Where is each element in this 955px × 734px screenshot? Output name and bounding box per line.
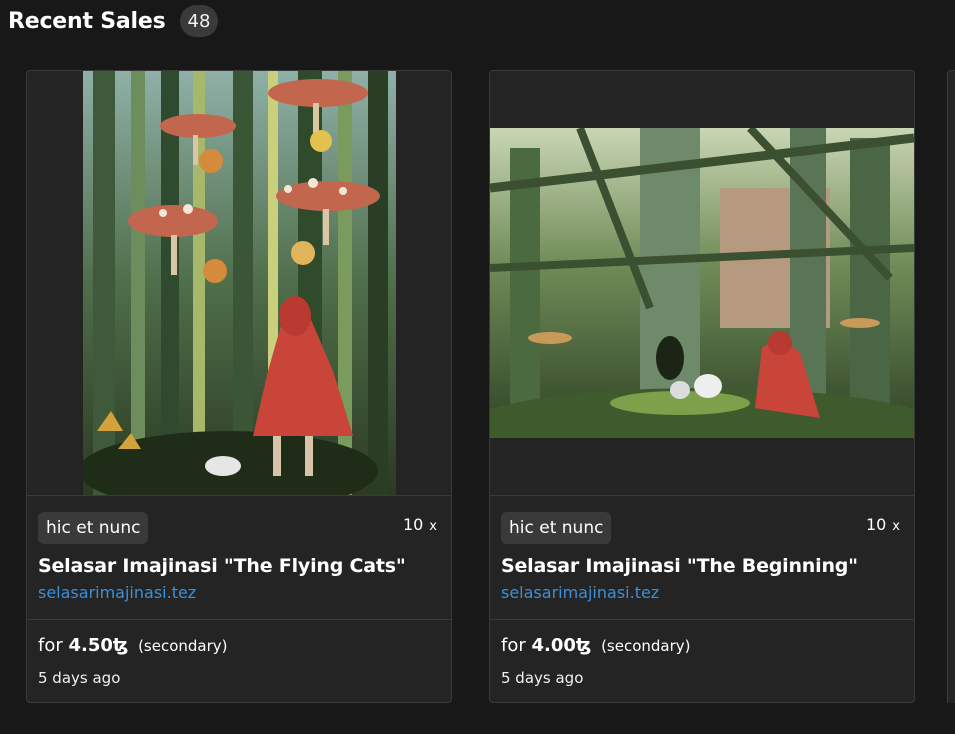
next-sale-card-partial[interactable] (947, 70, 955, 703)
artwork-image[interactable] (490, 128, 914, 438)
artist-link[interactable]: selasarimajinasi.tez (501, 583, 659, 602)
price-value: 4.00ꜩ (531, 635, 592, 656)
price-prefix: for (38, 635, 63, 656)
sale-time: 5 days ago (501, 669, 584, 687)
artist-link[interactable]: selasarimajinasi.tez (38, 583, 196, 602)
platform-tag[interactable]: hic et nunc (38, 512, 149, 544)
artwork-image[interactable] (83, 71, 396, 495)
forest-mushrooms-cats-icon (83, 71, 396, 495)
editions-number: 10 (865, 515, 887, 534)
artwork-media[interactable] (27, 71, 451, 495)
artwork-title[interactable]: Selasar Imajinasi "The Beginning" (501, 555, 858, 577)
editions-suffix: x (429, 519, 437, 534)
section-header: Recent Sales 48 (8, 4, 219, 38)
card-divider (27, 495, 451, 496)
editions-count: 10 x (403, 515, 437, 534)
platform-tag[interactable]: hic et nunc (501, 512, 612, 544)
price-line: for 4.50ꜩ (secondary) (38, 635, 228, 656)
price-prefix: for (501, 635, 526, 656)
forest-ruins-icon (490, 128, 914, 438)
sale-time: 5 days ago (38, 669, 121, 687)
editions-suffix: x (892, 519, 900, 534)
sale-card[interactable]: hic et nunc 10 x Selasar Imajinasi "The B… (489, 70, 915, 703)
artwork-title[interactable]: Selasar Imajinasi "The Flying Cats" (38, 555, 406, 577)
sale-type: (secondary) (138, 637, 228, 655)
section-title: Recent Sales (8, 8, 166, 34)
artwork-media[interactable] (490, 71, 914, 495)
card-divider (27, 619, 451, 620)
sales-count-badge: 48 (179, 5, 219, 37)
price-line: for 4.00ꜩ (secondary) (501, 635, 691, 656)
sale-card[interactable]: hic et nunc 10 x Selasar Imajinasi "The F… (26, 70, 452, 703)
card-divider (490, 495, 914, 496)
editions-number: 10 (402, 515, 424, 534)
sale-type: (secondary) (601, 637, 691, 655)
price-value: 4.50ꜩ (68, 635, 129, 656)
card-divider (490, 619, 914, 620)
editions-count: 10 x (866, 515, 900, 534)
